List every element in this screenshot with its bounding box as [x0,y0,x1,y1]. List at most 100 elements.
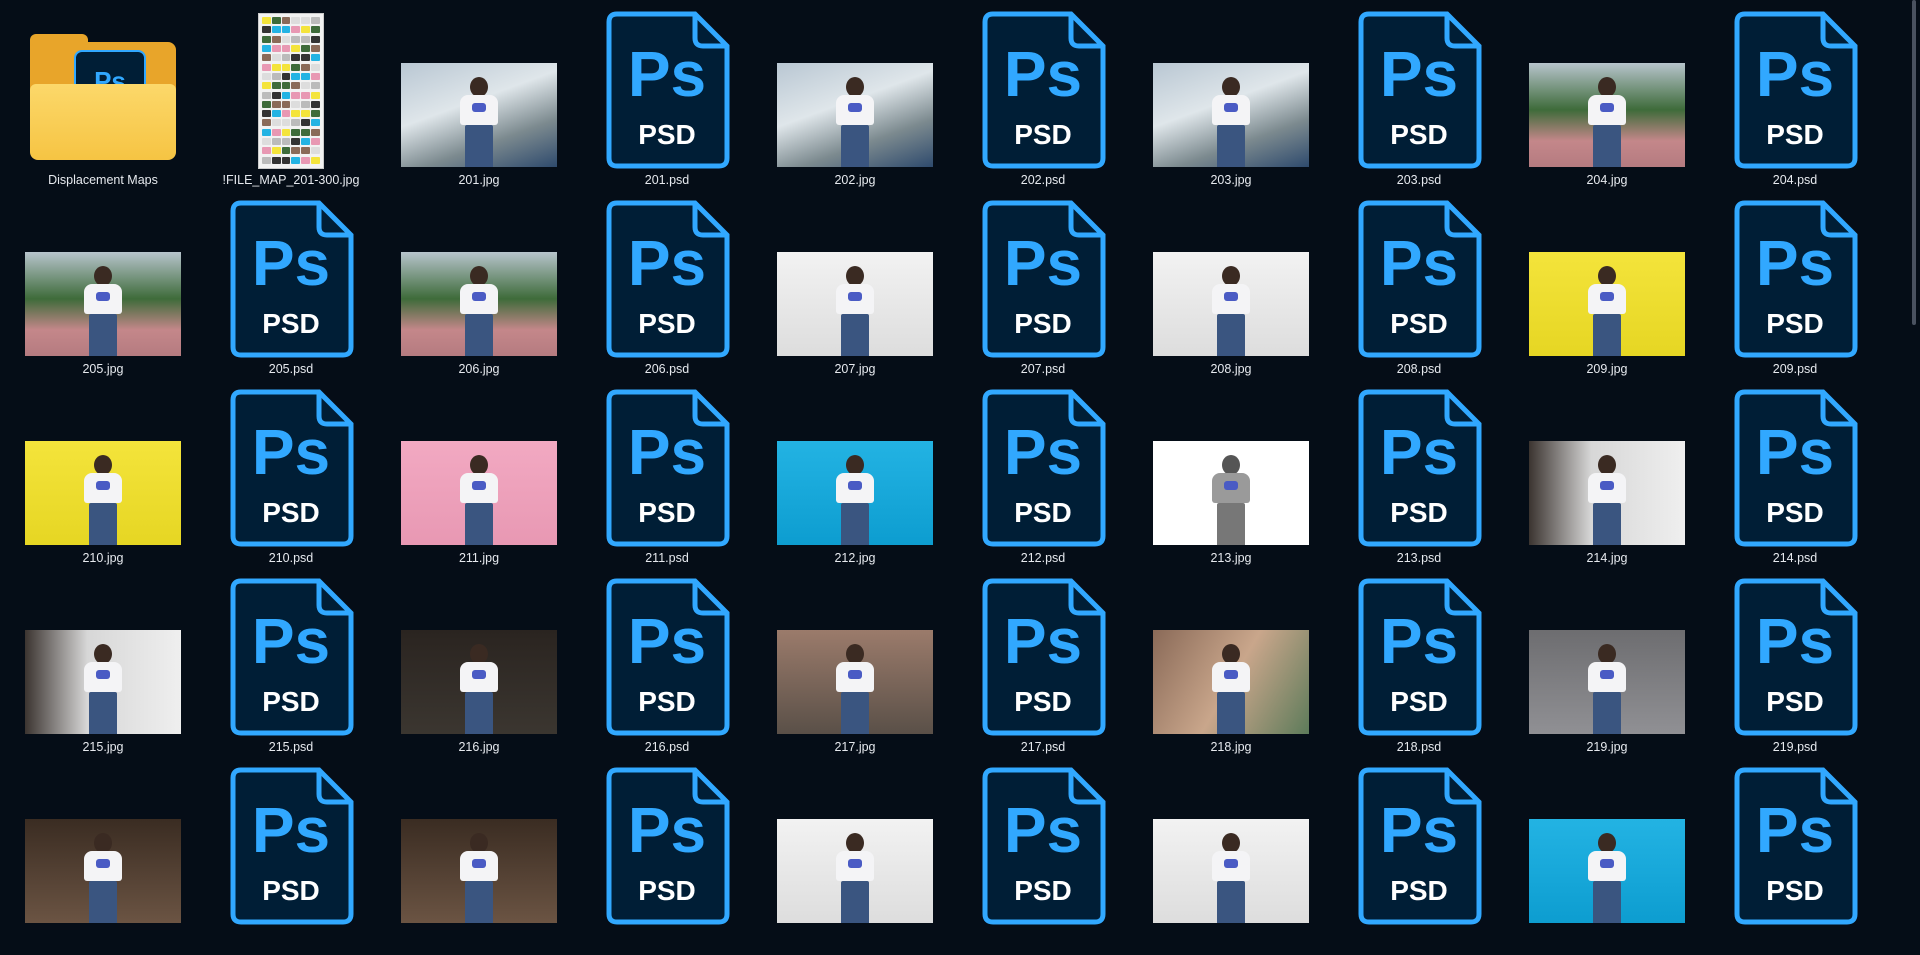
file-item[interactable]: Ps PSD 214.psd [1701,388,1889,577]
svg-text:PSD: PSD [1014,497,1072,528]
file-item[interactable]: Ps PSD 203.psd [1325,10,1513,199]
photo-thumbnail [9,388,197,548]
file-name-label: 219.jpg [1586,740,1628,754]
psd-file-icon: Ps PSD [1701,577,1889,737]
photo-thumbnail [761,199,949,359]
svg-text:PSD: PSD [638,497,696,528]
file-name-label: 207.jpg [834,362,876,376]
file-item[interactable]: Ps PSD 202.psd [949,10,1137,199]
file-item[interactable]: Ps PSD 206.psd [573,199,761,388]
file-item[interactable]: Ps PSD [197,766,385,955]
svg-text:Ps: Ps [1380,794,1458,866]
svg-text:Ps: Ps [252,227,330,299]
file-item[interactable]: Ps PSD [573,766,761,955]
psd-file-icon: Ps PSD [1701,199,1889,359]
file-item[interactable]: Ps PSD 219.psd [1701,577,1889,766]
file-item[interactable] [9,766,197,955]
photo-thumbnail [761,766,949,926]
file-item[interactable]: 219.jpg [1513,577,1701,766]
file-item[interactable]: 204.jpg [1513,10,1701,199]
file-item[interactable]: 210.jpg [9,388,197,577]
file-item[interactable]: 201.jpg [385,10,573,199]
file-item[interactable]: Ps PSD [949,766,1137,955]
photo-thumbnail [1513,199,1701,359]
file-item[interactable]: Ps PSD 208.psd [1325,199,1513,388]
psd-file-icon: Ps PSD [1701,766,1889,926]
file-item[interactable] [761,766,949,955]
file-item[interactable]: !FILE_MAP_201-300.jpg [197,10,385,199]
file-name-label: 215.psd [268,740,314,754]
svg-text:PSD: PSD [1390,875,1448,906]
file-item[interactable]: 202.jpg [761,10,949,199]
file-item[interactable]: 217.jpg [761,577,949,766]
file-item[interactable]: 212.jpg [761,388,949,577]
file-item[interactable]: Ps PSD 210.psd [197,388,385,577]
svg-text:Ps: Ps [1380,38,1458,110]
photo-thumbnail [1137,10,1325,170]
file-name-label: 216.jpg [458,740,500,754]
file-item[interactable]: 213.jpg [1137,388,1325,577]
photo-thumbnail [1513,577,1701,737]
file-item[interactable]: 211.jpg [385,388,573,577]
psd-file-icon: Ps PSD [1701,388,1889,548]
file-item[interactable]: Ps PSD 204.psd [1701,10,1889,199]
vertical-scrollbar[interactable] [1910,0,1918,898]
svg-text:Ps: Ps [1004,227,1082,299]
file-item[interactable]: 216.jpg [385,577,573,766]
file-name-label: 212.psd [1020,551,1066,565]
svg-text:PSD: PSD [262,308,320,339]
file-item[interactable]: Ps PSD 212.psd [949,388,1137,577]
file-name-label: 218.psd [1396,740,1442,754]
file-item[interactable] [1137,766,1325,955]
svg-text:PSD: PSD [638,308,696,339]
file-item[interactable]: Ps PSD 209.psd [1701,199,1889,388]
file-item[interactable]: Ps PSD [1701,766,1889,955]
file-item[interactable]: 215.jpg [9,577,197,766]
file-name-label: 210.jpg [82,551,124,565]
file-item[interactable]: Ps PSD 213.psd [1325,388,1513,577]
file-name-label: 206.jpg [458,362,500,376]
file-item[interactable]: Ps PSD 207.psd [949,199,1137,388]
file-item[interactable]: 214.jpg [1513,388,1701,577]
file-name-label: 201.psd [644,173,690,187]
svg-text:PSD: PSD [262,686,320,717]
svg-text:Ps: Ps [1756,227,1834,299]
file-name-label: 216.psd [644,740,690,754]
psd-file-icon: Ps PSD [949,577,1137,737]
file-item[interactable]: 207.jpg [761,199,949,388]
svg-text:PSD: PSD [638,119,696,150]
file-item[interactable] [1513,766,1701,955]
file-name-label: 208.jpg [1210,362,1252,376]
photo-thumbnail [1137,577,1325,737]
psd-file-icon: Ps PSD [1325,388,1513,548]
psd-file-icon: Ps PSD [949,199,1137,359]
file-item[interactable]: Ps PSD [1325,766,1513,955]
svg-text:Ps: Ps [1004,38,1082,110]
file-item[interactable]: Ps PSD 218.psd [1325,577,1513,766]
file-item[interactable]: Ps Displacement Maps [9,10,197,199]
file-name-label: 218.jpg [1210,740,1252,754]
file-item[interactable]: Ps PSD 216.psd [573,577,761,766]
file-item[interactable]: Ps PSD 215.psd [197,577,385,766]
svg-text:PSD: PSD [1390,119,1448,150]
file-item[interactable]: Ps PSD 201.psd [573,10,761,199]
file-item[interactable]: 209.jpg [1513,199,1701,388]
file-item[interactable]: Ps PSD 205.psd [197,199,385,388]
file-name-label: 211.jpg [458,551,500,565]
svg-text:Ps: Ps [628,416,706,488]
svg-text:Ps: Ps [628,794,706,866]
file-item[interactable]: 203.jpg [1137,10,1325,199]
svg-text:PSD: PSD [1766,497,1824,528]
file-item[interactable]: 206.jpg [385,199,573,388]
file-item[interactable]: 218.jpg [1137,577,1325,766]
file-name-label: 214.psd [1772,551,1818,565]
photo-thumbnail [385,10,573,170]
svg-text:Ps: Ps [1380,605,1458,677]
scrollbar-thumb[interactable] [1912,0,1916,325]
file-item[interactable]: Ps PSD 217.psd [949,577,1137,766]
file-item[interactable] [385,766,573,955]
file-item[interactable]: 205.jpg [9,199,197,388]
file-item[interactable]: Ps PSD 211.psd [573,388,761,577]
file-item[interactable]: 208.jpg [1137,199,1325,388]
file-name-label: 219.psd [1772,740,1818,754]
